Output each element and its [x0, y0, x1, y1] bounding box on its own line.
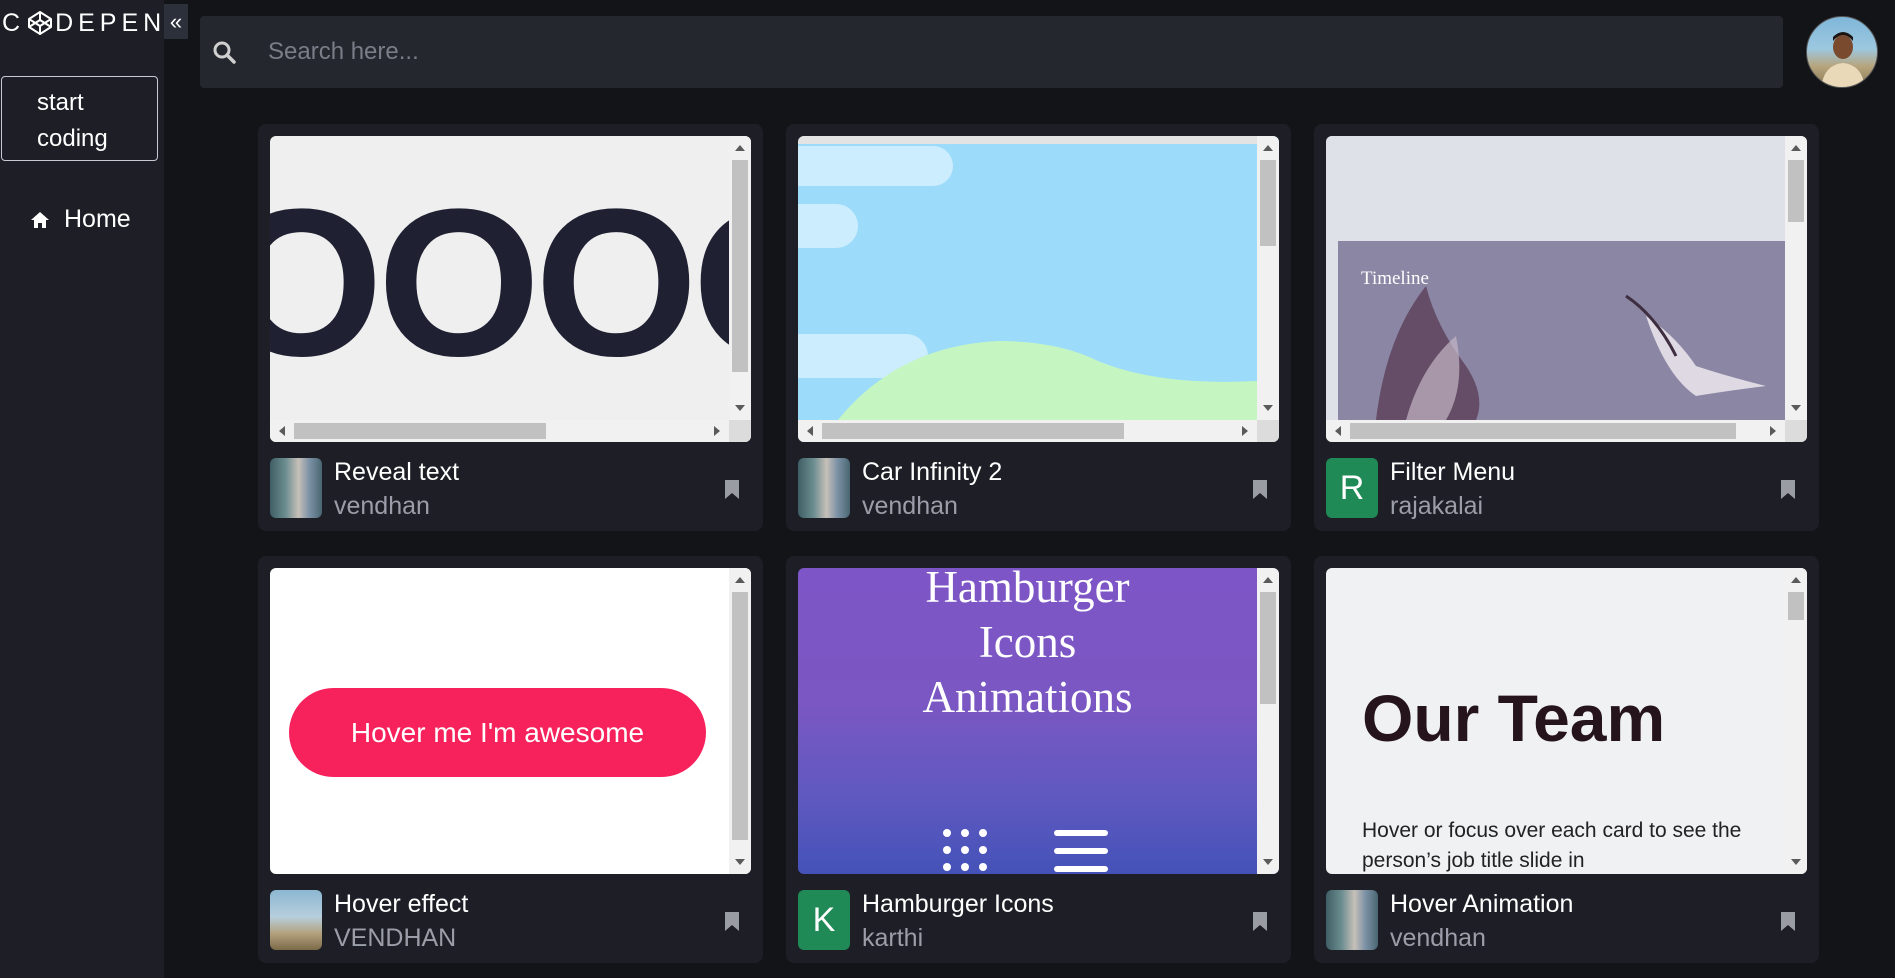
author-avatar[interactable] [798, 458, 850, 518]
home-icon [31, 211, 49, 228]
pen-preview[interactable]: Hamburger Icons Animations [798, 568, 1279, 874]
car-scene-illustration [798, 136, 1257, 420]
pen-author[interactable]: vendhan [334, 492, 430, 521]
vertical-scrollbar[interactable] [1785, 136, 1807, 420]
pen-author[interactable]: karthi [862, 924, 923, 953]
author-avatar[interactable]: R [1326, 458, 1378, 518]
horizontal-scrollbar[interactable] [798, 420, 1257, 442]
scroll-left-icon[interactable] [279, 426, 285, 436]
pen-title[interactable]: Hover effect [334, 890, 468, 919]
vertical-scrollbar[interactable] [1257, 136, 1279, 420]
scroll-down-icon[interactable] [735, 405, 745, 411]
pen-meta: R Filter Menu rajakalai [1326, 458, 1807, 521]
codepen-logo[interactable]: C DEPEN [2, 8, 166, 38]
scroll-up-icon[interactable] [735, 577, 745, 583]
double-chevron-left-icon: « [169, 8, 183, 34]
pen-preview[interactable]: Timeline [1326, 136, 1807, 442]
sidebar-item-label: Home [64, 205, 131, 233]
reveal-text-preview: OOOO [270, 165, 751, 400]
pen-author[interactable]: VENDHAN [334, 924, 456, 953]
hover-me-button[interactable]: Hover me I'm awesome [289, 688, 706, 777]
pen-card[interactable]: Timeline R Filter Menu rajakalai [1314, 124, 1819, 531]
our-team-text: Hover or focus over each card to see the… [1362, 819, 1742, 872]
start-coding-line1: start [37, 89, 84, 116]
pen-title[interactable]: Hamburger Icons [862, 890, 1054, 919]
sidebar: C DEPEN start coding Home [0, 0, 164, 978]
scroll-down-icon[interactable] [1263, 405, 1273, 411]
logo-letter-c: C [2, 8, 26, 37]
pen-preview[interactable]: Our Team Hover or focus over each card t… [1326, 568, 1807, 874]
hamburger-heading: Hamburger Icons Animations [798, 568, 1257, 725]
author-avatar[interactable]: K [798, 890, 850, 950]
start-coding-button[interactable]: start coding [1, 76, 158, 161]
vertical-scrollbar[interactable] [729, 568, 751, 874]
bookmark-icon[interactable] [725, 912, 739, 931]
scroll-up-icon[interactable] [1791, 145, 1801, 151]
pen-card[interactable]: Hover me I'm awesome Hover effect VENDHA… [258, 556, 763, 963]
bookmark-icon[interactable] [1781, 480, 1795, 499]
pen-card[interactable]: Our Team Hover or focus over each card t… [1314, 556, 1819, 963]
pen-preview[interactable]: OOOO [270, 136, 751, 442]
scroll-right-icon[interactable] [1242, 426, 1248, 436]
pen-title[interactable]: Reveal text [334, 458, 459, 487]
pen-meta: K Hamburger Icons karthi [798, 890, 1279, 953]
pen-author[interactable]: vendhan [1390, 924, 1486, 953]
pen-preview[interactable] [798, 136, 1279, 442]
search-bar [200, 16, 1783, 88]
pen-title[interactable]: Filter Menu [1390, 458, 1515, 487]
horizontal-scrollbar[interactable] [1326, 420, 1785, 442]
pen-meta: Reveal text vendhan [270, 458, 751, 521]
our-team-heading: Our Team [1362, 681, 1666, 755]
search-icon [213, 41, 236, 64]
hamburger-menu-icon[interactable] [1054, 826, 1108, 874]
collapse-sidebar-button[interactable]: « [164, 4, 188, 39]
scroll-down-icon[interactable] [1791, 859, 1801, 865]
user-avatar[interactable] [1806, 16, 1878, 88]
scroll-right-icon[interactable] [1770, 426, 1776, 436]
grid-dots-icon[interactable] [942, 828, 992, 874]
pen-preview[interactable]: Hover me I'm awesome [270, 568, 751, 874]
pen-card[interactable]: Hamburger Icons Animations K Hamburger I… [786, 556, 1291, 963]
pen-meta: Hover effect VENDHAN [270, 890, 751, 953]
hamburger-heading-line3: Animations [922, 672, 1133, 722]
scroll-up-icon[interactable] [1791, 577, 1801, 583]
scroll-left-icon[interactable] [807, 426, 813, 436]
sidebar-item-home[interactable]: Home [30, 205, 131, 234]
scroll-right-icon[interactable] [714, 426, 720, 436]
pen-title[interactable]: Hover Animation [1390, 890, 1573, 919]
author-avatar[interactable] [1326, 890, 1378, 950]
author-avatar[interactable] [270, 890, 322, 950]
author-avatar[interactable] [270, 458, 322, 518]
pen-meta: Hover Animation vendhan [1326, 890, 1807, 953]
scroll-up-icon[interactable] [735, 145, 745, 151]
vertical-scrollbar[interactable] [729, 136, 751, 420]
horizontal-scrollbar[interactable] [270, 420, 729, 442]
scroll-left-icon[interactable] [1335, 426, 1341, 436]
hamburger-heading-line1: Hamburger [925, 568, 1130, 612]
pen-title[interactable]: Car Infinity 2 [862, 458, 1002, 487]
bookmark-icon[interactable] [1253, 480, 1267, 499]
hamburger-heading-line2: Icons [978, 617, 1077, 667]
start-coding-line2: coding [37, 125, 108, 152]
scroll-up-icon[interactable] [1263, 577, 1273, 583]
scroll-down-icon[interactable] [1263, 859, 1273, 865]
scroll-up-icon[interactable] [1263, 145, 1273, 151]
bookmark-icon[interactable] [1781, 912, 1795, 931]
scroll-down-icon[interactable] [735, 859, 745, 865]
user-avatar-image [1821, 32, 1865, 87]
logo-letters: DEPEN [55, 8, 167, 37]
pen-author[interactable]: rajakalai [1390, 492, 1483, 521]
pen-card[interactable]: Car Infinity 2 vendhan [786, 124, 1291, 531]
vertical-scrollbar[interactable] [1257, 568, 1279, 874]
scroll-down-icon[interactable] [1791, 405, 1801, 411]
timeline-label: Timeline [1361, 268, 1429, 289]
search-input[interactable] [268, 38, 1668, 66]
bookmark-icon[interactable] [725, 480, 739, 499]
codepen-cube-icon [28, 11, 53, 35]
bookmark-icon[interactable] [1253, 912, 1267, 931]
pen-card[interactable]: OOOO Reveal text vendhan [258, 124, 763, 531]
pen-meta: Car Infinity 2 vendhan [798, 458, 1279, 521]
pen-author[interactable]: vendhan [862, 492, 958, 521]
vertical-scrollbar[interactable] [1785, 568, 1807, 874]
